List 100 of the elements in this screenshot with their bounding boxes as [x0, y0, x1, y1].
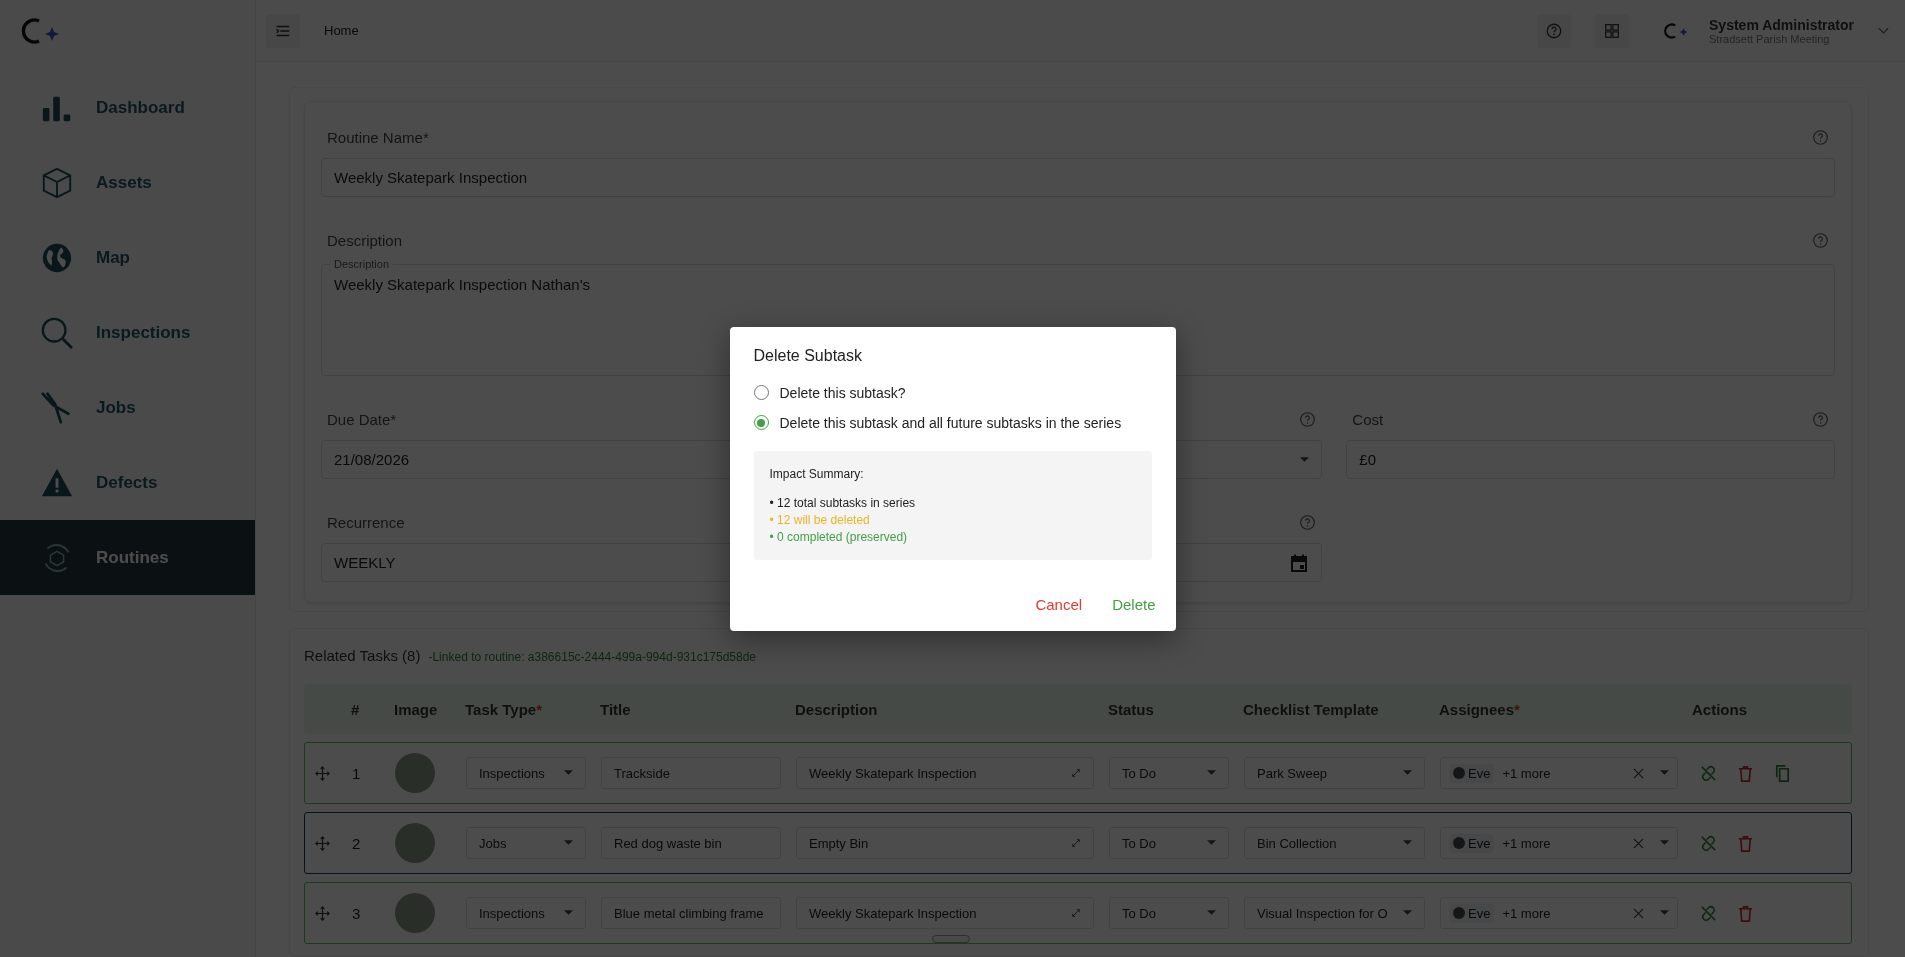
column-header: # [351, 700, 361, 718]
input-field[interactable]: Empty Bin [796, 827, 1094, 859]
delete-icon[interactable] [1736, 833, 1755, 853]
select-field[interactable]: Bin Collection [1244, 827, 1425, 859]
radio-option[interactable]: Delete this subtask? [753, 384, 1156, 401]
clear-icon[interactable] [1633, 767, 1644, 779]
help-icon [1545, 21, 1564, 40]
input-field[interactable]: Weekly Skatepark Inspection [796, 757, 1094, 789]
help-icon[interactable] [1299, 513, 1317, 531]
assignee-chip[interactable]: Eve [1449, 763, 1495, 783]
summary-line: • 0 completed (preserved) [769, 529, 909, 544]
clear-icon[interactable] [1633, 907, 1644, 919]
sidebar-item[interactable]: Jobs [0, 370, 255, 445]
assignee-chip[interactable]: Eve [1449, 903, 1495, 923]
field-label: Due Date* [327, 410, 397, 428]
drag-handle-icon[interactable] [315, 765, 330, 781]
column-header: Actions [1692, 700, 1748, 718]
routine-link-note: -Linked to routine: a386615c-2444-499a-994d-931c175d58de [428, 650, 757, 664]
caret-icon [1207, 770, 1216, 776]
scroll-handle[interactable] [932, 935, 970, 943]
cancel-button[interactable]: Cancel [1035, 595, 1083, 613]
select-field[interactable]: Visual Inspection for O [1244, 897, 1425, 929]
caret-icon [1207, 910, 1216, 916]
caret-icon [1300, 456, 1310, 463]
expand-icon[interactable] [1071, 908, 1081, 918]
drag-handle-icon[interactable] [315, 835, 330, 851]
summary-line: • 12 total subtasks in series [769, 495, 917, 510]
photo-placeholder [395, 823, 435, 863]
caret-icon [1403, 840, 1412, 846]
assignee-select[interactable]: Eve +1 more [1440, 827, 1678, 859]
sidebar-item[interactable]: Dashboard [0, 70, 255, 145]
field-label: Routine Name* [327, 128, 429, 146]
task-row[interactable]: 1 Inspections Trackside Weekly Skatepark Inspection To Do Park Sweep Eve +1 more [304, 742, 1852, 804]
more-assignees: +1 more [1502, 905, 1551, 921]
select-field[interactable]: Inspections [466, 757, 586, 789]
input-field[interactable]: Weekly Skatepark Inspection [321, 158, 1835, 197]
summary-line: • 12 will be deleted [769, 512, 871, 527]
select-field[interactable]: Park Sweep [1244, 757, 1425, 789]
task-row[interactable]: 2 Jobs Red dog waste bin Empty Bin To Do Bin Collection Eve +1 more [304, 812, 1852, 874]
select-field[interactable]: To Do [1109, 827, 1229, 859]
input-field[interactable]: Weekly Skatepark Inspection [796, 897, 1094, 929]
sidebar-item[interactable]: Map [0, 220, 255, 295]
column-header: Assignees* [1439, 700, 1521, 718]
photo-placeholder [395, 893, 435, 933]
column-header: Title [600, 700, 632, 718]
column-header: Description [795, 700, 879, 718]
field-label: Description [327, 231, 403, 249]
sidebar-item[interactable]: Assets [0, 145, 255, 220]
breadcrumb[interactable]: Home [324, 23, 359, 38]
help-icon[interactable] [1812, 231, 1829, 249]
expand-icon[interactable] [1071, 768, 1081, 778]
drag-handle-icon[interactable] [315, 905, 330, 921]
input-field[interactable]: Red dog waste bin [601, 827, 781, 859]
clear-icon[interactable] [1633, 837, 1644, 849]
field-label: Recurrence [327, 513, 405, 531]
apps-grid-button[interactable] [1595, 13, 1630, 48]
caret-icon [1207, 840, 1216, 846]
caret-icon [1403, 770, 1412, 776]
select-field[interactable]: To Do [1109, 757, 1229, 789]
expand-icon[interactable] [1071, 838, 1081, 848]
select-field[interactable]: Inspections [466, 897, 586, 929]
search-icon [40, 315, 74, 350]
radio-option[interactable]: Delete this subtask and all future subtasks in the series [753, 414, 1156, 431]
row-number: 3 [352, 904, 362, 922]
unlink-icon[interactable] [1699, 833, 1718, 853]
column-header: Image [394, 700, 439, 718]
avatar-icon [1453, 907, 1465, 919]
help-icon[interactable] [1812, 128, 1829, 146]
caret-icon [564, 840, 573, 846]
sidebar-item[interactable]: Routines [0, 520, 255, 595]
delete-icon[interactable] [1736, 903, 1755, 923]
assignee-select[interactable]: Eve +1 more [1440, 897, 1678, 929]
copy-icon[interactable] [1773, 763, 1792, 783]
help-icon[interactable] [1812, 410, 1829, 428]
task-row[interactable]: 3 Inspections Blue metal climbing frame Weekly Skatepark Inspection To Do Visual Inspection for O Eve +1 more [304, 882, 1852, 944]
unlink-icon[interactable] [1699, 763, 1718, 783]
assignee-select[interactable]: Eve +1 more [1440, 757, 1678, 789]
assignee-chip[interactable]: Eve [1449, 833, 1495, 853]
caret-icon [564, 910, 573, 916]
menu-toggle-button[interactable] [266, 13, 300, 48]
section-title: Related Tasks (8) [304, 647, 421, 664]
unlink-icon[interactable] [1699, 903, 1718, 923]
caret-icon [1660, 840, 1669, 846]
help-button[interactable] [1537, 13, 1572, 48]
sidebar-item[interactable]: Inspections [0, 295, 255, 370]
delete-button[interactable]: Delete [1112, 595, 1156, 613]
caret-icon [1660, 910, 1669, 916]
select-field[interactable]: To Do [1109, 897, 1229, 929]
row-number: 2 [352, 834, 362, 852]
calendar-icon[interactable] [1289, 552, 1310, 573]
input-field[interactable]: Trackside [601, 757, 781, 789]
avatar-icon [1453, 837, 1465, 849]
sidebar-item[interactable]: Defects [0, 445, 255, 520]
delete-icon[interactable] [1736, 763, 1755, 783]
field-label: Cost [1352, 410, 1384, 428]
select-field[interactable]: Jobs [466, 827, 586, 859]
input-field[interactable]: £0 [1346, 440, 1835, 479]
chevron-down-icon[interactable] [1878, 26, 1889, 35]
input-field[interactable]: Blue metal climbing frame [601, 897, 781, 929]
help-icon[interactable] [1299, 410, 1317, 428]
